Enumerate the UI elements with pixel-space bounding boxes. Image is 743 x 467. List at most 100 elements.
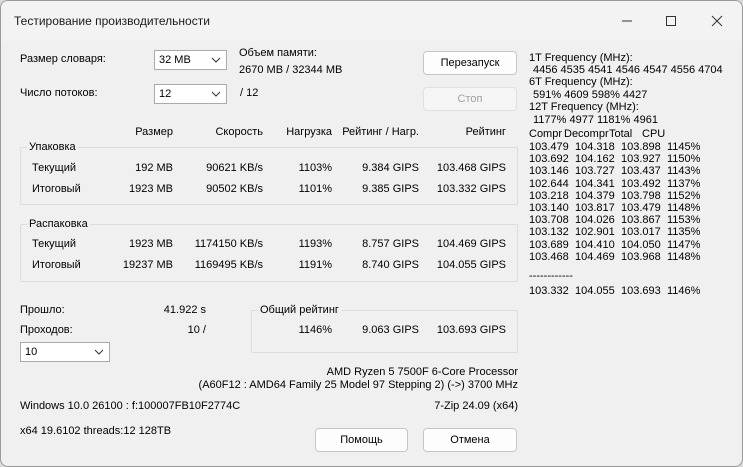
compress-group — [20, 147, 518, 205]
maximize-icon — [666, 16, 676, 26]
result-total: 103.968 — [621, 250, 661, 263]
col-compr: Compr — [529, 128, 563, 140]
result-decompr: 104.379 — [575, 189, 615, 202]
help-button[interactable]: Помощь — [315, 428, 408, 452]
threads-label: Число потоков: — [20, 87, 98, 99]
maximize-button[interactable] — [651, 7, 691, 35]
row-label: Итоговый — [32, 259, 81, 271]
freq-1t-label: 1T Frequency (MHz): — [529, 52, 633, 64]
passes-label: Проходов: — [20, 324, 73, 336]
os-info: Windows 10.0 26100 : f:100007FB10F2774C — [20, 400, 241, 412]
benchmark-window: Тестирование производительности Размер с… — [0, 0, 743, 467]
result-decompr: 103.817 — [575, 202, 615, 214]
row-rating-load: 8.740 GIPS — [362, 259, 419, 271]
result-compr: 103.146 — [529, 165, 569, 178]
row-rating-load: 9.384 GIPS — [362, 162, 419, 174]
stop-button[interactable]: Стоп — [423, 87, 517, 111]
result-cpu: 1137% — [667, 177, 701, 190]
result-cpu: 1135% — [667, 226, 701, 239]
row-speed: 1169495 KB/s — [194, 259, 263, 271]
result-decompr: 104.341 — [575, 177, 615, 190]
result-compr: 103.479 — [529, 141, 569, 153]
total-load: 1146% — [298, 324, 332, 336]
result-total: 103.017 — [621, 226, 661, 239]
col-cpu: CPU — [642, 128, 666, 140]
app-version: 7-Zip 24.09 (x64) — [434, 400, 518, 412]
compress-title: Упаковка — [27, 141, 78, 153]
build-info: x64 19.6102 threads:12 128TB — [20, 425, 172, 437]
freq-6t-values: 591% 4609 598% 4427 — [533, 89, 648, 101]
header-size: Размер — [135, 126, 173, 138]
result-cpu: 1147% — [667, 238, 701, 251]
header-rating: Рейтинг — [465, 126, 506, 138]
result-cpu: 1152% — [667, 189, 701, 202]
header-rating-load: Рейтинг / Нагр. — [342, 126, 419, 138]
row-load: 1191% — [298, 259, 332, 271]
chevron-down-icon — [211, 57, 221, 63]
row-speed: 90502 KB/s — [206, 183, 263, 195]
result-decompr: 103.727 — [575, 165, 615, 178]
summary-cpu: 1146% — [667, 285, 701, 297]
title-bar: Тестирование производительности — [1, 1, 742, 41]
restart-button[interactable]: Перезапуск — [423, 51, 517, 75]
summary-compr: 103.332 — [529, 285, 569, 297]
header-load: Нагрузка — [286, 126, 332, 138]
cancel-button[interactable]: Отмена — [423, 428, 517, 452]
row-size: 1923 MB — [128, 238, 173, 250]
threads-value: 12 — [159, 88, 172, 100]
threads-max: / 12 — [240, 87, 259, 99]
result-compr: 103.132 — [529, 226, 569, 239]
freq-12t-values: 1177% 4977 1181% 4961 — [533, 114, 658, 126]
result-compr: 103.708 — [529, 214, 569, 227]
decompress-group — [20, 224, 518, 282]
row-rating: 103.332 GIPS — [436, 183, 506, 195]
minimize-button[interactable] — [607, 7, 647, 35]
passes-select[interactable]: 10 — [20, 342, 110, 362]
total-rating-title: Общий рейтинг — [258, 304, 341, 316]
row-load: 1101% — [298, 183, 332, 195]
freq-12t-label: 12T Frequency (MHz): — [529, 101, 639, 113]
col-decompr: Decompr — [564, 128, 609, 140]
result-compr: 103.140 — [529, 202, 569, 214]
window-title: Тестирование производительности — [14, 14, 210, 28]
result-cpu: 1148% — [667, 250, 701, 263]
total-rating-load: 9.063 GIPS — [362, 324, 419, 336]
row-load: 1193% — [298, 238, 332, 250]
close-button[interactable] — [697, 7, 737, 35]
result-total: 103.898 — [621, 141, 661, 153]
row-size: 19237 MB — [122, 259, 173, 271]
col-total: Total — [609, 128, 633, 140]
row-rating: 104.469 GIPS — [436, 238, 506, 250]
memory-label: Объем памяти: — [239, 47, 317, 59]
cpu-name: AMD Ryzen 5 7500F 6-Core Processor — [326, 366, 518, 378]
row-rating-load: 9.385 GIPS — [362, 183, 419, 195]
dict-size-select[interactable]: 32 MB — [154, 50, 227, 70]
result-compr: 103.689 — [529, 238, 569, 251]
result-compr: 103.468 — [529, 250, 569, 263]
result-total: 104.050 — [621, 238, 661, 251]
elapsed-value: 41.922 s — [163, 304, 206, 316]
passes-select-value: 10 — [25, 346, 38, 358]
result-total: 103.867 — [621, 214, 661, 227]
result-decompr: 104.410 — [575, 238, 615, 251]
threads-select[interactable]: 12 — [154, 84, 227, 104]
freq-1t-values: 4456 4535 4541 4546 4547 4556 4704 — [533, 64, 723, 76]
result-compr: 103.692 — [529, 153, 569, 166]
results-separator: ------------ — [529, 270, 573, 282]
result-cpu: 1145% — [667, 141, 701, 153]
result-decompr: 102.901 — [575, 226, 615, 239]
row-speed: 90621 KB/s — [206, 162, 263, 174]
row-label: Итоговый — [32, 183, 81, 195]
result-total: 103.927 — [621, 153, 661, 166]
row-label: Текущий — [32, 238, 76, 250]
memory-value: 2670 MB / 32344 MB — [239, 64, 343, 76]
elapsed-label: Прошло: — [20, 304, 65, 316]
summary-decompr: 104.055 — [575, 285, 615, 297]
result-total: 103.798 — [621, 189, 661, 202]
result-decompr: 104.026 — [575, 214, 615, 227]
freq-6t-label: 6T Frequency (MHz): — [529, 76, 633, 88]
row-rating: 103.468 GIPS — [436, 162, 506, 174]
result-cpu: 1153% — [667, 214, 701, 227]
chevron-down-icon — [211, 91, 221, 97]
dict-size-value: 32 MB — [159, 54, 191, 66]
